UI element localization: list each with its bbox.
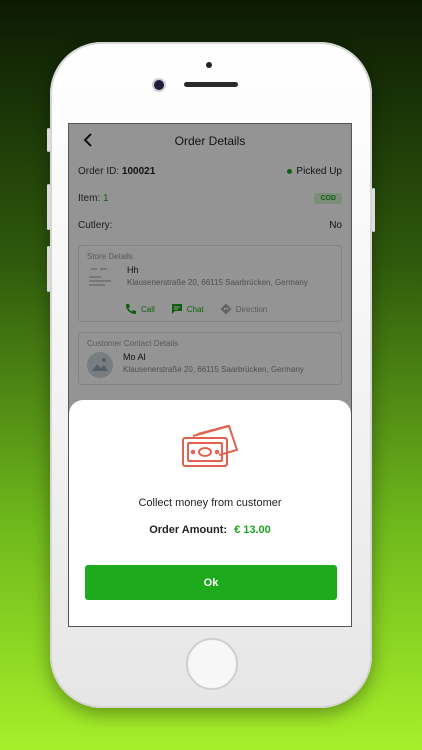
- cash-icon: [179, 422, 241, 472]
- earpiece-speaker: [184, 82, 238, 87]
- order-amount: Order Amount: € 13.00: [69, 524, 351, 536]
- collect-money-dialog: Collect money from customer Order Amount…: [69, 400, 351, 626]
- home-button[interactable]: [186, 638, 238, 690]
- dialog-message: Collect money from customer: [138, 497, 282, 509]
- app-screen: Order Details Order ID: 100021 Picked Up…: [68, 123, 352, 627]
- phone-frame: Order Details Order ID: 100021 Picked Up…: [47, 42, 375, 708]
- mute-switch: [47, 128, 50, 152]
- amount-value: € 13.00: [234, 524, 271, 536]
- amount-label: Order Amount:: [149, 524, 228, 536]
- volume-up-button: [47, 184, 50, 230]
- ok-button[interactable]: Ok: [85, 565, 337, 600]
- power-button: [372, 188, 375, 232]
- front-camera: [154, 80, 164, 90]
- volume-down-button: [47, 246, 50, 292]
- sensor: [206, 62, 212, 68]
